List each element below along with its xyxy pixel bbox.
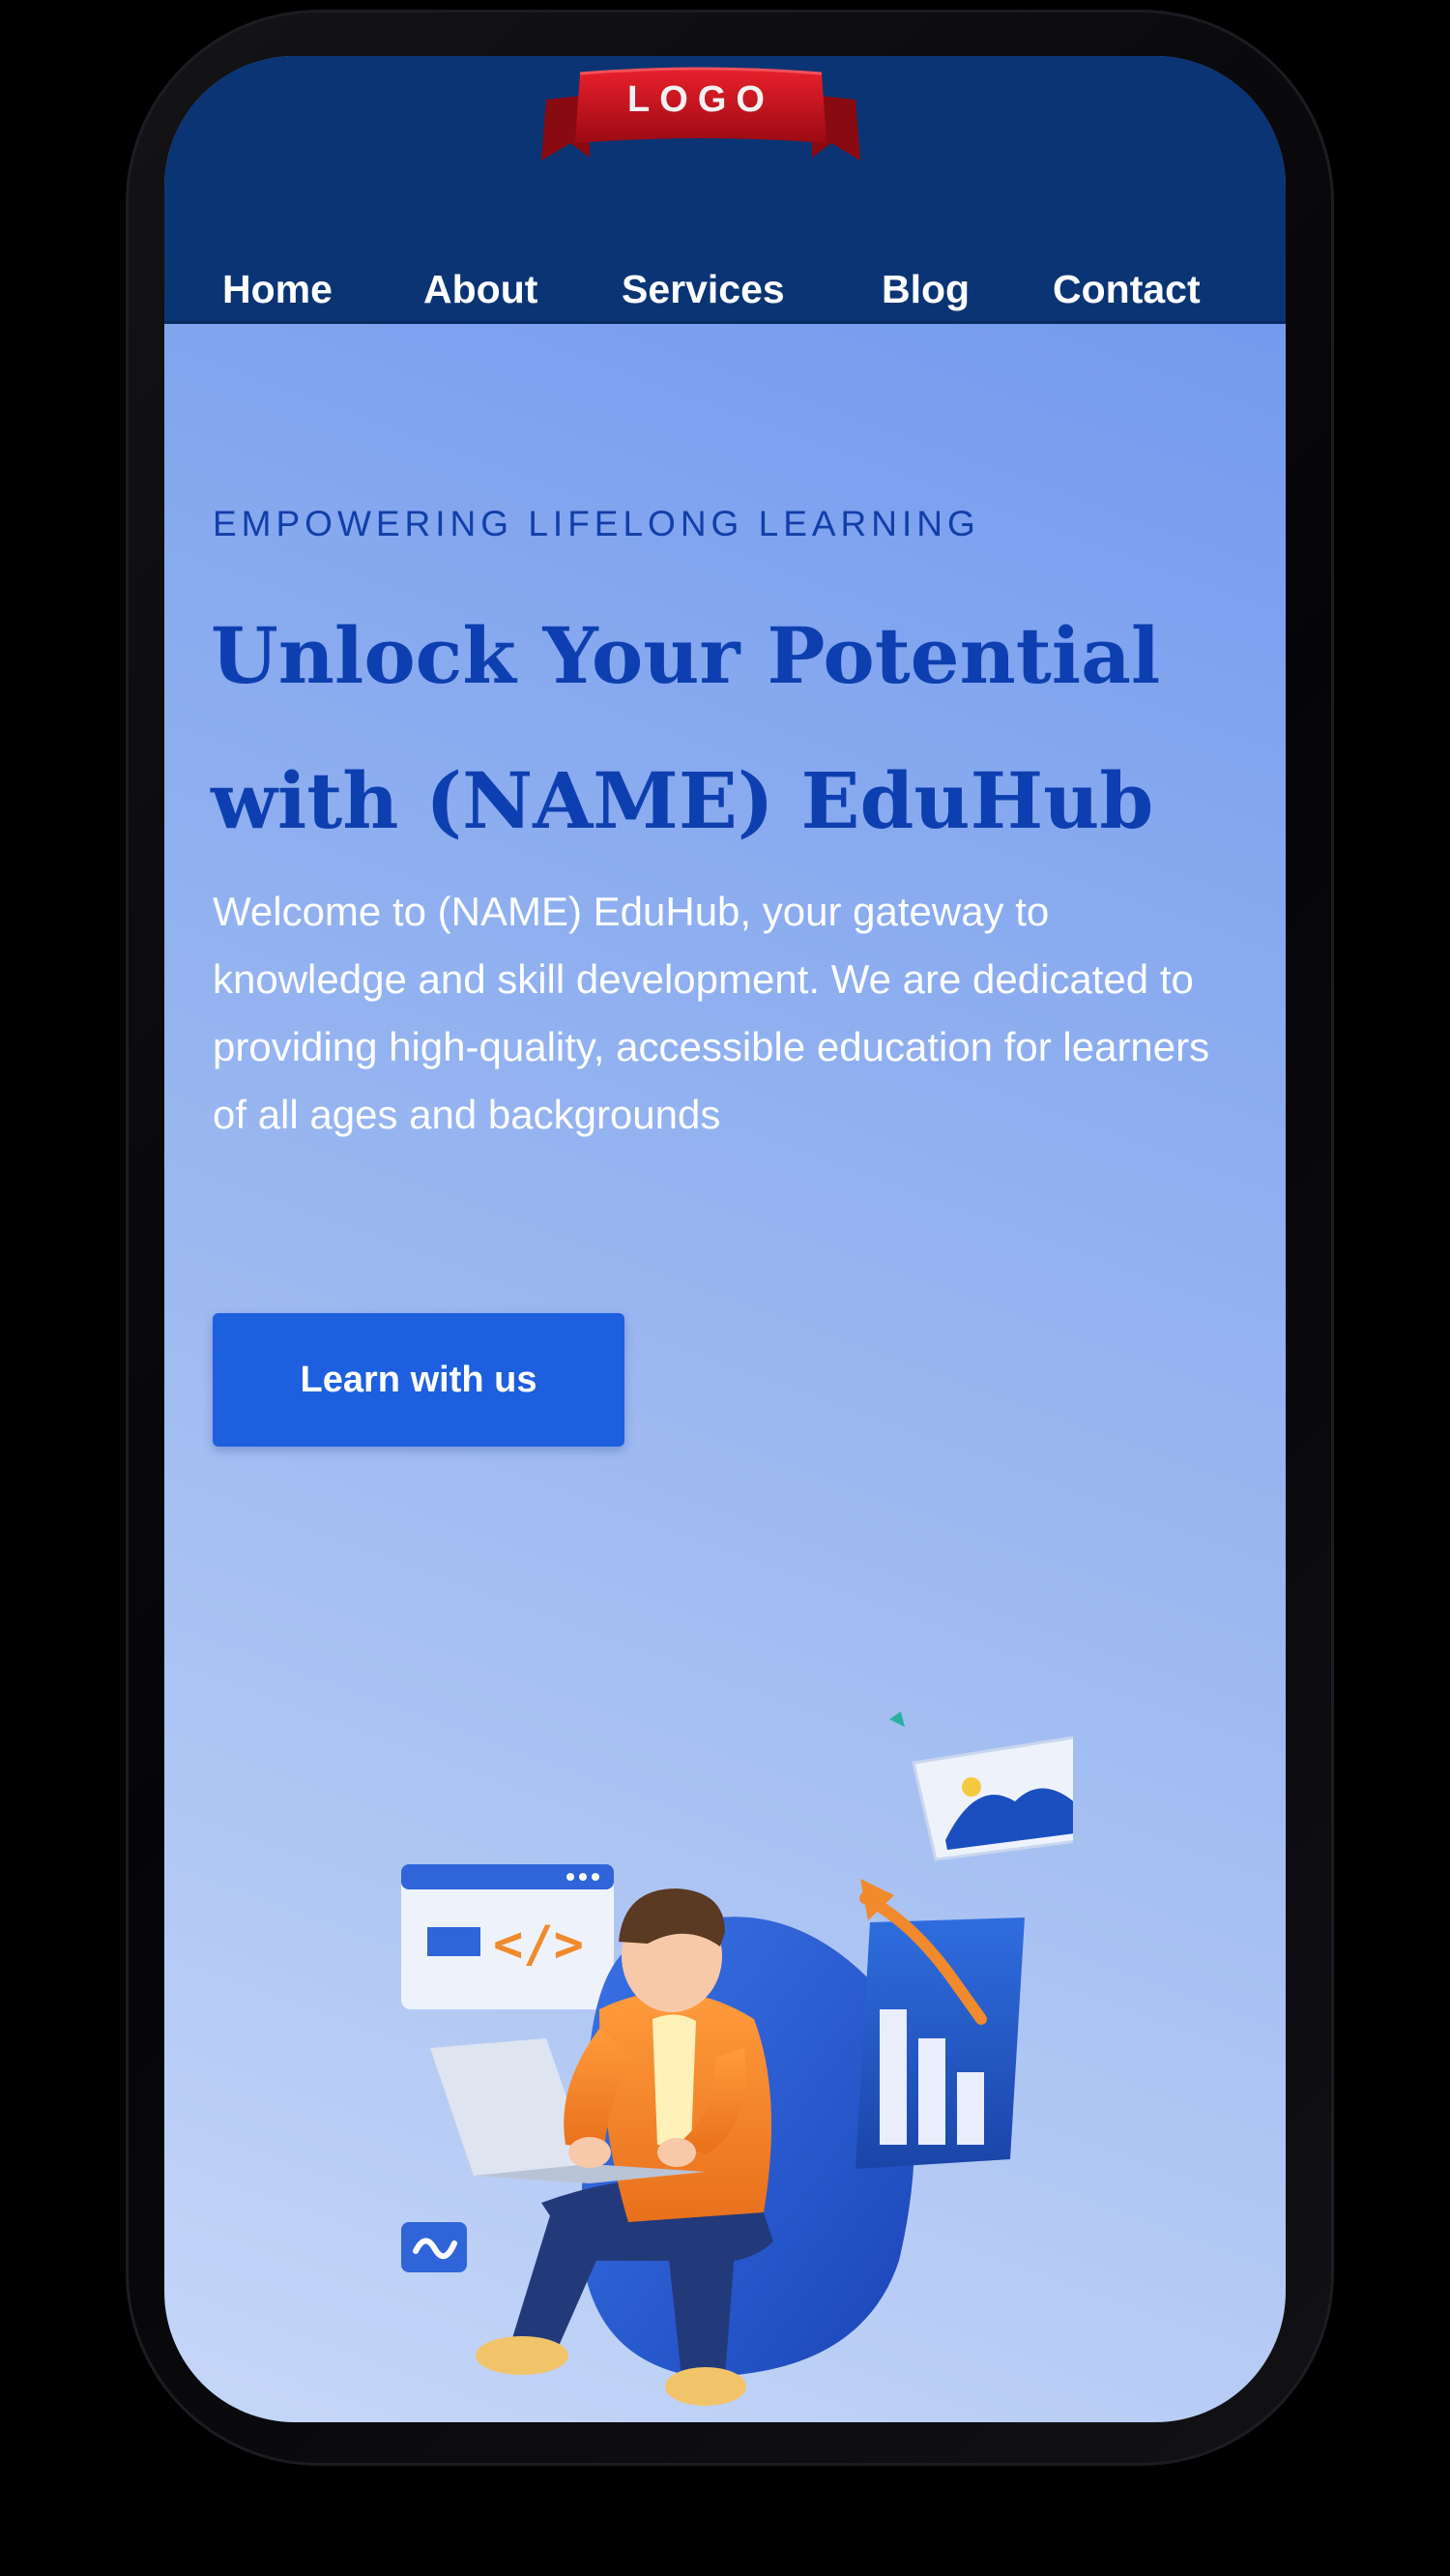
nav-item-services[interactable]: Services <box>622 267 785 312</box>
link-badge-icon <box>401 2222 467 2272</box>
logo[interactable]: LOGO <box>536 66 865 166</box>
shoe-left <box>476 2336 568 2375</box>
hero-description: Welcome to (NAME) EduHub, your gateway t… <box>213 889 1210 1137</box>
person-learning-on-laptop-illustration: </> <box>401 1712 1073 2406</box>
learn-with-us-button[interactable]: Learn with us <box>213 1313 624 1447</box>
main-nav: Home About Services Blog Contact <box>164 267 1286 325</box>
page: LOGO Home About Services Blog Contact EM… <box>0 0 1450 2576</box>
bar-chart-icon <box>856 1879 1025 2169</box>
svg-text:</>: </> <box>493 1916 584 1974</box>
triangle-shape-icon <box>889 1712 905 1727</box>
nav-item-about[interactable]: About <box>423 267 537 312</box>
nav-item-contact[interactable]: Contact <box>1053 267 1201 312</box>
site-header: LOGO Home About Services Blog Contact <box>164 56 1286 324</box>
shoe-right <box>665 2367 746 2406</box>
logo-text: LOGO <box>627 79 774 120</box>
code-window-icon: </> <box>401 1864 614 2009</box>
phone-screen: LOGO Home About Services Blog Contact EM… <box>164 56 1286 2422</box>
nav-item-home[interactable]: Home <box>222 267 333 312</box>
hero-eyebrow: EMPOWERING LIFELONG LEARNING <box>213 504 980 543</box>
hero-title: Unlock Your Potential with (NAME) EduHub <box>211 610 1161 846</box>
nav-item-blog[interactable]: Blog <box>882 267 970 312</box>
image-card-icon <box>912 1736 1073 1861</box>
